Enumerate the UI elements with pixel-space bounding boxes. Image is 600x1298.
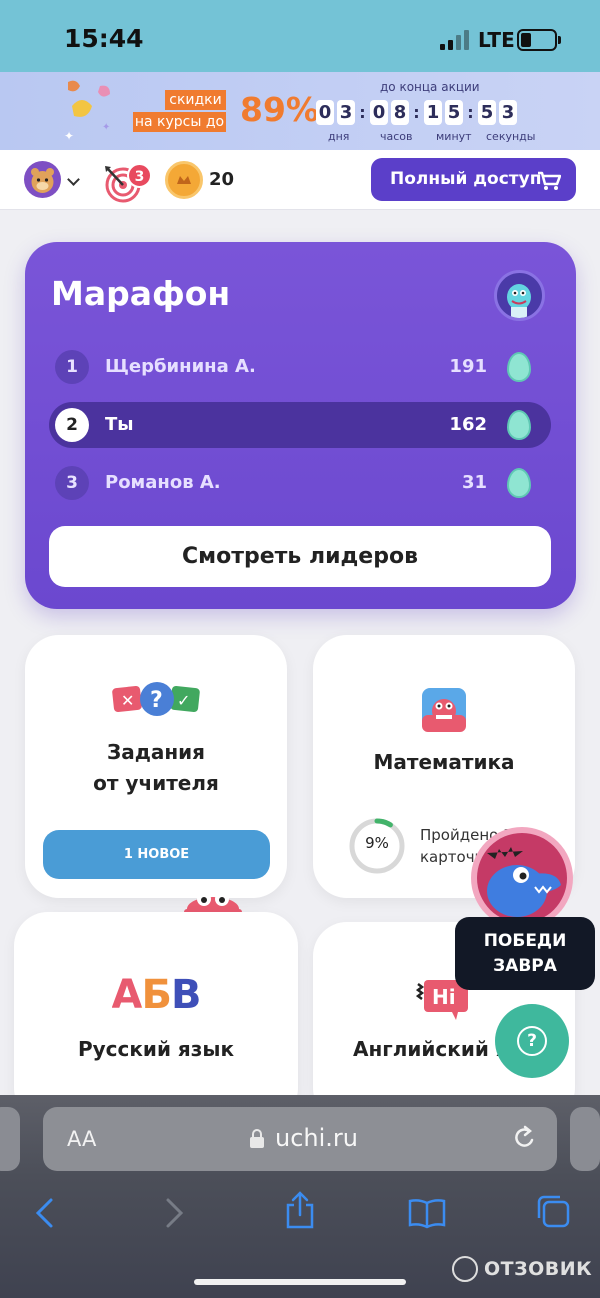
status-time: 15:44 (64, 24, 144, 53)
timer-digit: 3 (499, 100, 517, 125)
lock-icon (250, 1129, 264, 1148)
question-icon: ? (517, 1026, 547, 1056)
cart-icon (538, 171, 561, 190)
timer-digit: 8 (391, 100, 409, 125)
promo-percent: 89% (240, 90, 319, 129)
quiz-icon: ✕ ✓ ? (112, 682, 200, 716)
russian-card[interactable]: АБВ Русский язык (14, 912, 298, 1122)
address-bar[interactable]: AA uchi.ru (43, 1107, 557, 1171)
card-title: Математика (373, 750, 515, 774)
avatar (24, 161, 61, 198)
svg-text:✦: ✦ (64, 129, 74, 143)
leaderboard-row-me: 2 Ты 162 (49, 402, 551, 448)
card-title-line2: от учителя (93, 771, 219, 795)
timer-label-minutes: минут (436, 130, 472, 143)
chevron-down-icon (67, 173, 80, 186)
math-dino-icon (422, 688, 466, 732)
player-score: 191 (449, 356, 487, 377)
timer-digit: 3 (337, 100, 355, 125)
player-score: 31 (461, 472, 487, 493)
leaderboard-row: 1 Щербинина А. 191 (49, 344, 551, 390)
timer-digit: 0 (316, 100, 334, 125)
top-navigation: 3 20 Полный доступ (0, 150, 600, 210)
tasks-button[interactable]: 3 (103, 160, 152, 203)
marathon-title: Марафон (51, 274, 231, 313)
promo-line1: скидки (165, 90, 226, 110)
egg-icon (507, 352, 531, 382)
promo-banner[interactable]: ✦ ✦ скидки на курсы до 89% до конца акци… (0, 72, 600, 150)
timer-digit: 0 (370, 100, 388, 125)
timer-label-seconds: секунды (486, 130, 536, 143)
challenge-dino-button[interactable] (471, 827, 573, 929)
status-bar: 15:44 LTE (0, 0, 600, 72)
timer-digit: 5 (445, 100, 463, 125)
timer-digit: 1 (424, 100, 442, 125)
tasks-count-badge: 3 (127, 163, 152, 188)
signal-icon (440, 30, 470, 50)
timer-digit: 5 (478, 100, 496, 125)
coin-count: 20 (209, 169, 235, 190)
player-name: Щербинина А. (105, 356, 256, 377)
svg-text:✕: ✕ (121, 691, 134, 710)
full-access-button[interactable]: Полный доступ (371, 158, 576, 201)
beat-line1: ПОБЕДИ (483, 931, 567, 951)
card-title: Русский язык (77, 1037, 235, 1061)
back-icon[interactable] (34, 1197, 56, 1229)
dino-avatar (494, 270, 545, 321)
progress-percent: 9% (365, 834, 389, 852)
promo-line2: на курсы до (133, 112, 226, 132)
profile-switcher[interactable] (24, 161, 84, 199)
url-text: uchi.ru (275, 1124, 358, 1152)
beat-line2: ЗАВРА (493, 956, 557, 976)
svg-text:?: ? (150, 688, 163, 713)
next-tab-preview[interactable] (570, 1107, 600, 1171)
svg-text:✓: ✓ (177, 691, 190, 710)
watermark-text: ОТЗОВИК (484, 1258, 593, 1280)
dino-icon (487, 847, 561, 917)
abv-logo: АБВ (14, 972, 298, 1018)
timer-label-hours: часов (380, 130, 413, 143)
new-tasks-button[interactable]: 1 НОВОЕ (43, 830, 270, 879)
player-name: Ты (105, 414, 134, 435)
player-name: Романов А. (105, 472, 221, 493)
watermark-icon (452, 1256, 478, 1282)
home-indicator (194, 1279, 406, 1285)
coin-icon (165, 161, 203, 199)
help-button[interactable]: ? (495, 1004, 569, 1078)
tabs-icon[interactable] (535, 1193, 571, 1229)
forward-icon[interactable] (163, 1197, 185, 1229)
full-access-label: Полный доступ (390, 169, 542, 189)
rank-number: 2 (55, 408, 89, 442)
player-score: 162 (449, 414, 487, 435)
leaderboard-row: 3 Романов А. 31 (49, 460, 551, 506)
teacher-tasks-card[interactable]: ✕ ✓ ? Задания от учителя 1 НОВОЕ (25, 635, 287, 898)
network-type: LTE (478, 28, 515, 52)
bookmarks-icon[interactable] (408, 1197, 446, 1229)
card-title-line1: Задания (106, 740, 206, 764)
hamster-icon (31, 168, 54, 193)
egg-icon (507, 410, 531, 440)
english-logo: Hi (432, 985, 456, 1009)
view-leaders-button[interactable]: Смотреть лидеров (49, 526, 551, 587)
rank-number: 3 (55, 466, 89, 500)
prev-tab-preview[interactable] (0, 1107, 20, 1171)
battery-icon (517, 29, 557, 51)
reload-icon[interactable] (511, 1124, 537, 1152)
leaf-icon: ✦ ✦ (64, 80, 110, 143)
dino-icon (507, 284, 531, 318)
beat-dino-banner[interactable]: ПОБЕДИ ЗАВРА (455, 917, 595, 990)
timer-label-days: дня (328, 130, 350, 143)
marathon-card: Марафон 1 Щербинина А. 191 2 Ты 162 3 Ро… (25, 242, 576, 609)
rank-number: 1 (55, 350, 89, 384)
text-size-button[interactable]: AA (67, 1127, 96, 1151)
svg-text:✦: ✦ (102, 122, 110, 133)
egg-icon (507, 468, 531, 498)
promo-caption: до конца акции (380, 80, 480, 94)
russian-logo: АБВ (111, 972, 202, 1018)
countdown-timer: 0 3 : 0 8 : 1 5 : 5 3 (316, 100, 520, 125)
share-icon[interactable] (284, 1191, 316, 1229)
